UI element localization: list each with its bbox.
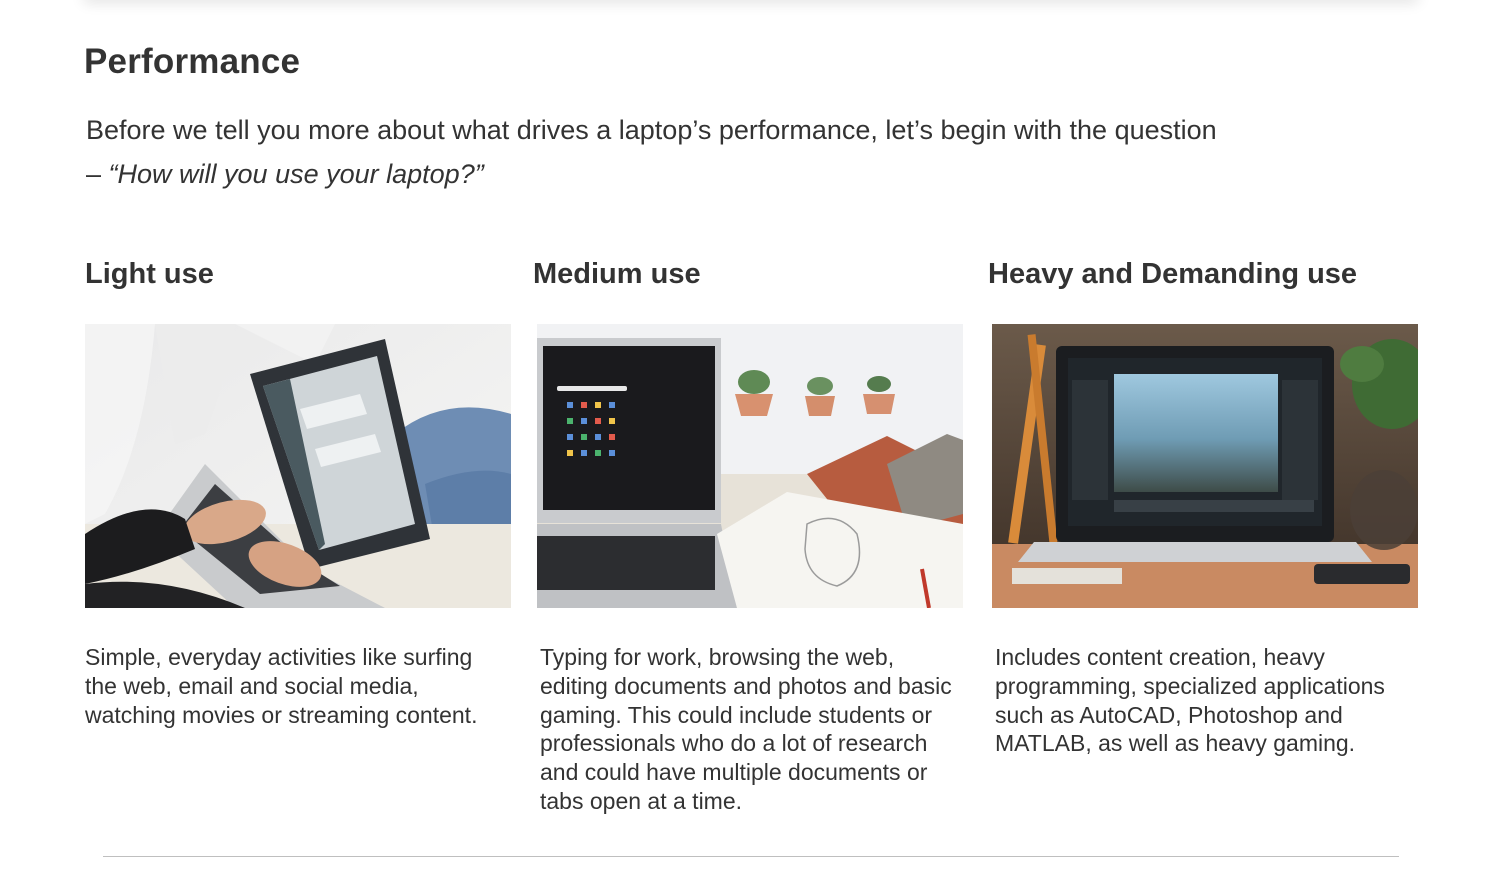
- column-description-light: Simple, everyday activities like surfing…: [85, 644, 478, 728]
- column-title-medium: Medium use: [533, 258, 701, 290]
- intro-question: “How will you use your laptop?”: [108, 159, 484, 189]
- column-description-medium: Typing for work, browsing the web, editi…: [540, 644, 952, 814]
- section-intro: Before we tell you more about what drive…: [86, 108, 1406, 196]
- laptop-typing-photo: [85, 324, 511, 608]
- column-title-heavy: Heavy and Demanding use: [988, 258, 1358, 290]
- column-title-light: Light use: [85, 258, 214, 290]
- section-heading: Performance: [84, 42, 301, 81]
- section-divider: [103, 856, 1399, 857]
- column-description-heavy: Includes content creation, heavy program…: [995, 644, 1385, 757]
- intro-text: Before we tell you more about what drive…: [86, 115, 1217, 145]
- laptop-photo-editing-photo: [992, 324, 1418, 608]
- intro-dash: –: [86, 159, 109, 189]
- laptop-desk-sketchbook-photo: [537, 324, 963, 608]
